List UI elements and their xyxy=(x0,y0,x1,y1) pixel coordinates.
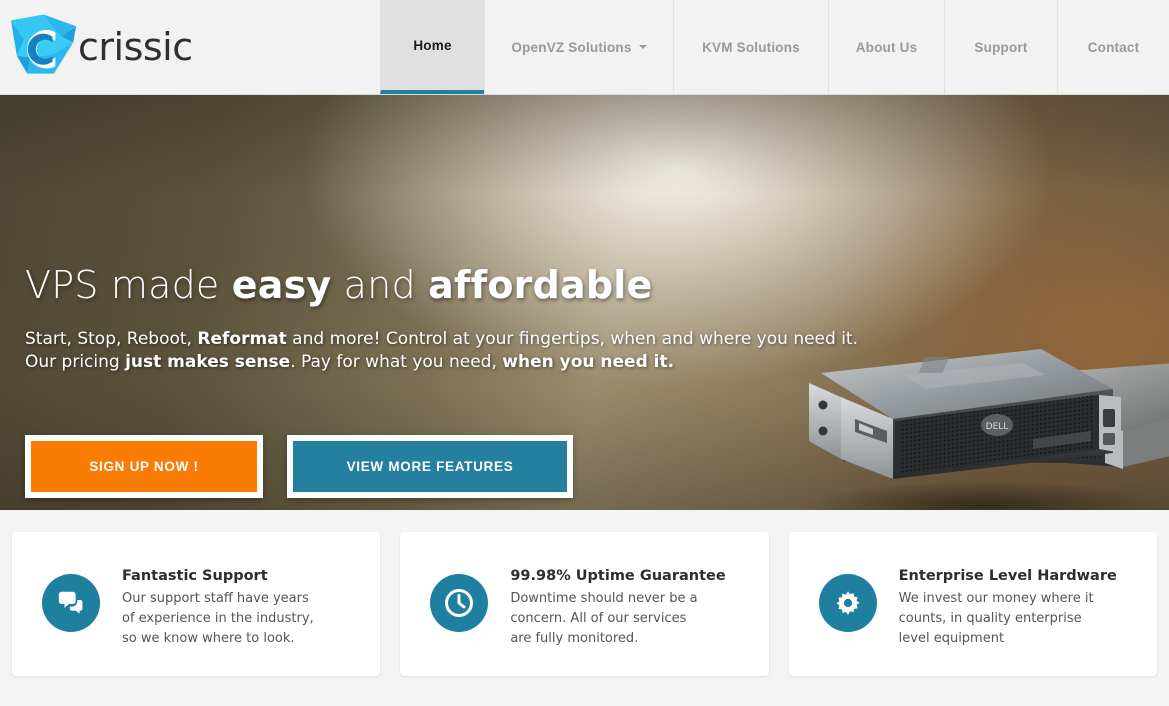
feature-card-body: 99.98% Uptime Guarantee Downtime should … xyxy=(510,554,725,649)
nav-label-support: Support xyxy=(974,39,1028,55)
hero-title-part1: VPS made xyxy=(25,263,232,307)
hero-subtitle-line1: Start, Stop, Reboot, Reformat and more! … xyxy=(25,328,858,351)
feature-card-text: Downtime should never be a concern. All … xyxy=(510,591,698,646)
sub-l2-d: when you need it. xyxy=(502,352,675,372)
feature-card-title: Enterprise Level Hardware xyxy=(898,568,1117,584)
feature-card-hardware: Enterprise Level Hardware We invest our … xyxy=(788,532,1157,676)
nav-item-openvz-solutions[interactable]: OpenVZ Solutions xyxy=(484,0,673,94)
sub-l1-a: Start, Stop, Reboot, xyxy=(25,329,198,349)
nav-label-contact: Contact xyxy=(1087,39,1140,55)
nav-item-kvm-solutions[interactable]: KVM Solutions xyxy=(673,0,828,94)
sub-l2-c: . Pay for what you need, xyxy=(290,352,503,372)
nav-label-about: About Us xyxy=(855,39,918,55)
hero-subtitle-line2: Our pricing just makes sense. Pay for wh… xyxy=(25,351,858,374)
chat-bubbles-icon xyxy=(42,574,100,632)
hero-subtitle: Start, Stop, Reboot, Reformat and more! … xyxy=(25,328,858,374)
feature-card-title: 99.98% Uptime Guarantee xyxy=(510,568,726,584)
sub-l1-c: and more! Control at your fingertips, wh… xyxy=(286,329,858,349)
svg-text:DELL: DELL xyxy=(986,422,1009,432)
nav-item-support[interactable]: Support xyxy=(944,0,1057,94)
nav-item-home[interactable]: Home xyxy=(380,0,484,94)
hero-title-part2: and xyxy=(331,263,429,307)
nav-label-kvm: KVM Solutions xyxy=(702,39,800,55)
main-navigation: Home OpenVZ Solutions KVM Solutions Abou… xyxy=(380,0,1169,94)
brand-name: crissic xyxy=(78,25,193,69)
feature-card-body: Fantastic Support Our support staff have… xyxy=(122,554,322,649)
sub-l2-b: just makes sense xyxy=(125,352,291,372)
nav-item-about-us[interactable]: About Us xyxy=(828,0,944,94)
nav-label-openvz: OpenVZ Solutions xyxy=(511,39,632,55)
hero-title-bold2: affordable xyxy=(428,263,653,307)
feature-card-text: We invest our money where it counts, in … xyxy=(898,591,1094,646)
chevron-down-icon xyxy=(638,45,647,49)
nav-label-home: Home xyxy=(413,37,452,53)
feature-card-title: Fantastic Support xyxy=(122,568,268,584)
hero-slider: DELL VPS made easy and affordable Start,… xyxy=(0,95,1169,510)
hero-cta-group: SIGN UP NOW ! VIEW MORE FEATURES xyxy=(25,435,573,498)
sub-l1-b: Reformat xyxy=(197,329,287,349)
crissic-play-logo-icon xyxy=(10,14,77,74)
feature-card-body: Enterprise Level Hardware We invest our … xyxy=(899,554,1117,649)
clock-icon xyxy=(430,574,489,632)
gear-icon xyxy=(818,574,877,632)
nav-item-contact[interactable]: Contact xyxy=(1057,0,1169,94)
feature-card-support: Fantastic Support Our support staff have… xyxy=(12,532,381,676)
feature-card-uptime: 99.98% Uptime Guarantee Downtime should … xyxy=(400,532,769,676)
sub-l2-a: Our pricing xyxy=(25,352,126,372)
site-header: crissic Home OpenVZ Solutions KVM Soluti… xyxy=(0,0,1169,95)
feature-cards-section: Fantastic Support Our support staff have… xyxy=(0,510,1169,706)
sign-up-now-button[interactable]: SIGN UP NOW ! xyxy=(25,435,263,498)
view-more-features-button[interactable]: VIEW MORE FEATURES xyxy=(287,435,573,498)
hero-title: VPS made easy and affordable xyxy=(25,263,652,307)
feature-card-text: Our support staff have years of experien… xyxy=(122,591,314,646)
hero-title-bold1: easy xyxy=(231,263,332,307)
brand-logo[interactable]: crissic xyxy=(0,0,380,94)
